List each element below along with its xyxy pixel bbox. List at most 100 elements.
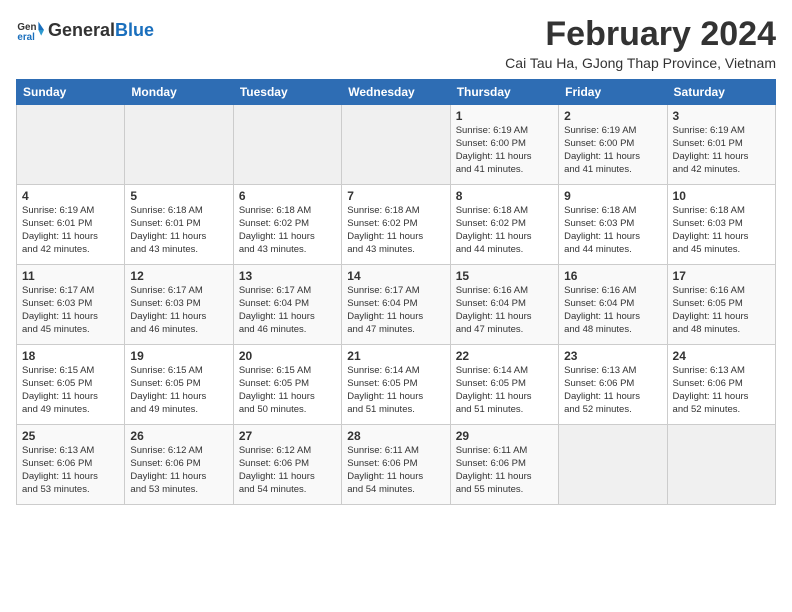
calendar-cell: 24 Sunrise: 6:13 AM Sunset: 6:06 PM Dayli… [667, 345, 775, 425]
svg-text:eral: eral [17, 32, 35, 43]
day-number: 24 [673, 349, 770, 363]
week-row-3: 11 Sunrise: 6:17 AM Sunset: 6:03 PM Dayli… [17, 265, 776, 345]
header-sunday: Sunday [17, 80, 125, 105]
calendar-cell: 23 Sunrise: 6:13 AM Sunset: 6:06 PM Dayli… [559, 345, 667, 425]
day-info: Sunrise: 6:17 AM Sunset: 6:03 PM Dayligh… [130, 285, 227, 336]
calendar-cell: 9 Sunrise: 6:18 AM Sunset: 6:03 PM Daylig… [559, 185, 667, 265]
calendar-cell: 8Sunrise: 6:18 AM Sunset: 6:02 PM Daylig… [450, 185, 558, 265]
calendar-cell: 25 Sunrise: 6:13 AM Sunset: 6:06 PM Dayli… [17, 425, 125, 505]
day-number: 23 [564, 349, 661, 363]
day-info: Sunrise: 6:18 AM Sunset: 6:02 PM Dayligh… [347, 205, 444, 256]
day-number: 10 [673, 189, 770, 203]
day-info: Sunrise: 6:13 AM Sunset: 6:06 PM Dayligh… [22, 445, 119, 496]
header-monday: Monday [125, 80, 233, 105]
day-info: Sunrise: 6:19 AM Sunset: 6:00 PM Dayligh… [456, 125, 553, 176]
calendar-cell: 12 Sunrise: 6:17 AM Sunset: 6:03 PM Dayli… [125, 265, 233, 345]
day-info: Sunrise: 6:16 AM Sunset: 6:04 PM Dayligh… [564, 285, 661, 336]
day-info: Sunrise: 6:11 AM Sunset: 6:06 PM Dayligh… [456, 445, 553, 496]
day-number: 9 [564, 189, 661, 203]
day-info: Sunrise: 6:19 AM Sunset: 6:01 PM Dayligh… [22, 205, 119, 256]
day-info: Sunrise: 6:12 AM Sunset: 6:06 PM Dayligh… [130, 445, 227, 496]
title-block: February 2024 Cai Tau Ha, GJong Thap Pro… [505, 16, 776, 71]
day-number: 11 [22, 269, 119, 283]
logo-general: General [48, 20, 115, 41]
calendar-cell: 11 Sunrise: 6:17 AM Sunset: 6:03 PM Dayli… [17, 265, 125, 345]
week-row-5: 25 Sunrise: 6:13 AM Sunset: 6:06 PM Dayli… [17, 425, 776, 505]
day-number: 1 [456, 109, 553, 123]
day-info: Sunrise: 6:12 AM Sunset: 6:06 PM Dayligh… [239, 445, 336, 496]
day-info: Sunrise: 6:18 AM Sunset: 6:02 PM Dayligh… [239, 205, 336, 256]
calendar-cell [233, 105, 341, 185]
calendar-cell: 19 Sunrise: 6:15 AM Sunset: 6:05 PM Dayli… [125, 345, 233, 425]
calendar-cell: 1 Sunrise: 6:19 AM Sunset: 6:00 PM Daylig… [450, 105, 558, 185]
header-saturday: Saturday [667, 80, 775, 105]
day-number: 15 [456, 269, 553, 283]
week-row-2: 4Sunrise: 6:19 AM Sunset: 6:01 PM Daylig… [17, 185, 776, 265]
calendar-cell: 28Sunrise: 6:11 AM Sunset: 6:06 PM Dayli… [342, 425, 450, 505]
day-number: 22 [456, 349, 553, 363]
calendar-cell [342, 105, 450, 185]
day-number: 3 [673, 109, 770, 123]
day-number: 17 [673, 269, 770, 283]
header-tuesday: Tuesday [233, 80, 341, 105]
calendar-cell: 14Sunrise: 6:17 AM Sunset: 6:04 PM Dayli… [342, 265, 450, 345]
day-number: 29 [456, 429, 553, 443]
subtitle: Cai Tau Ha, GJong Thap Province, Vietnam [505, 55, 776, 71]
calendar-body: 1 Sunrise: 6:19 AM Sunset: 6:00 PM Daylig… [17, 105, 776, 505]
page-header: Gen eral GeneralBlue February 2024 Cai T… [16, 16, 776, 71]
day-info: Sunrise: 6:14 AM Sunset: 6:05 PM Dayligh… [456, 365, 553, 416]
day-info: Sunrise: 6:19 AM Sunset: 6:00 PM Dayligh… [564, 125, 661, 176]
header-wednesday: Wednesday [342, 80, 450, 105]
calendar-cell [559, 425, 667, 505]
logo-blue: Blue [115, 20, 154, 41]
main-title: February 2024 [505, 16, 776, 53]
day-number: 13 [239, 269, 336, 283]
calendar-cell: 3 Sunrise: 6:19 AM Sunset: 6:01 PM Daylig… [667, 105, 775, 185]
day-number: 19 [130, 349, 227, 363]
calendar-cell: 20 Sunrise: 6:15 AM Sunset: 6:05 PM Dayli… [233, 345, 341, 425]
day-info: Sunrise: 6:14 AM Sunset: 6:05 PM Dayligh… [347, 365, 444, 416]
calendar-cell: 10 Sunrise: 6:18 AM Sunset: 6:03 PM Dayli… [667, 185, 775, 265]
calendar-cell: 4Sunrise: 6:19 AM Sunset: 6:01 PM Daylig… [17, 185, 125, 265]
header-thursday: Thursday [450, 80, 558, 105]
calendar-cell: 6Sunrise: 6:18 AM Sunset: 6:02 PM Daylig… [233, 185, 341, 265]
calendar-cell [667, 425, 775, 505]
day-info: Sunrise: 6:16 AM Sunset: 6:05 PM Dayligh… [673, 285, 770, 336]
day-info: Sunrise: 6:19 AM Sunset: 6:01 PM Dayligh… [673, 125, 770, 176]
day-number: 12 [130, 269, 227, 283]
calendar-cell: 13Sunrise: 6:17 AM Sunset: 6:04 PM Dayli… [233, 265, 341, 345]
day-info: Sunrise: 6:17 AM Sunset: 6:03 PM Dayligh… [22, 285, 119, 336]
day-info: Sunrise: 6:15 AM Sunset: 6:05 PM Dayligh… [130, 365, 227, 416]
day-info: Sunrise: 6:15 AM Sunset: 6:05 PM Dayligh… [239, 365, 336, 416]
calendar-cell: 22 Sunrise: 6:14 AM Sunset: 6:05 PM Dayli… [450, 345, 558, 425]
day-number: 21 [347, 349, 444, 363]
day-number: 5 [130, 189, 227, 203]
day-number: 2 [564, 109, 661, 123]
day-info: Sunrise: 6:18 AM Sunset: 6:01 PM Dayligh… [130, 205, 227, 256]
day-number: 27 [239, 429, 336, 443]
calendar-cell: 17 Sunrise: 6:16 AM Sunset: 6:05 PM Dayli… [667, 265, 775, 345]
calendar-cell: 26Sunrise: 6:12 AM Sunset: 6:06 PM Dayli… [125, 425, 233, 505]
week-row-4: 18 Sunrise: 6:15 AM Sunset: 6:05 PM Dayli… [17, 345, 776, 425]
day-number: 25 [22, 429, 119, 443]
logo: Gen eral GeneralBlue [16, 16, 154, 44]
day-number: 7 [347, 189, 444, 203]
day-info: Sunrise: 6:18 AM Sunset: 6:03 PM Dayligh… [673, 205, 770, 256]
day-info: Sunrise: 6:13 AM Sunset: 6:06 PM Dayligh… [673, 365, 770, 416]
day-info: Sunrise: 6:18 AM Sunset: 6:03 PM Dayligh… [564, 205, 661, 256]
day-number: 20 [239, 349, 336, 363]
day-info: Sunrise: 6:13 AM Sunset: 6:06 PM Dayligh… [564, 365, 661, 416]
day-number: 18 [22, 349, 119, 363]
day-info: Sunrise: 6:15 AM Sunset: 6:05 PM Dayligh… [22, 365, 119, 416]
calendar-cell: 5 Sunrise: 6:18 AM Sunset: 6:01 PM Daylig… [125, 185, 233, 265]
header-row: SundayMondayTuesdayWednesdayThursdayFrid… [17, 80, 776, 105]
calendar-table: SundayMondayTuesdayWednesdayThursdayFrid… [16, 79, 776, 505]
header-friday: Friday [559, 80, 667, 105]
calendar-cell: 15 Sunrise: 6:16 AM Sunset: 6:04 PM Dayli… [450, 265, 558, 345]
day-number: 28 [347, 429, 444, 443]
day-info: Sunrise: 6:16 AM Sunset: 6:04 PM Dayligh… [456, 285, 553, 336]
day-number: 14 [347, 269, 444, 283]
calendar-cell: 29 Sunrise: 6:11 AM Sunset: 6:06 PM Dayli… [450, 425, 558, 505]
day-number: 16 [564, 269, 661, 283]
calendar-cell [125, 105, 233, 185]
